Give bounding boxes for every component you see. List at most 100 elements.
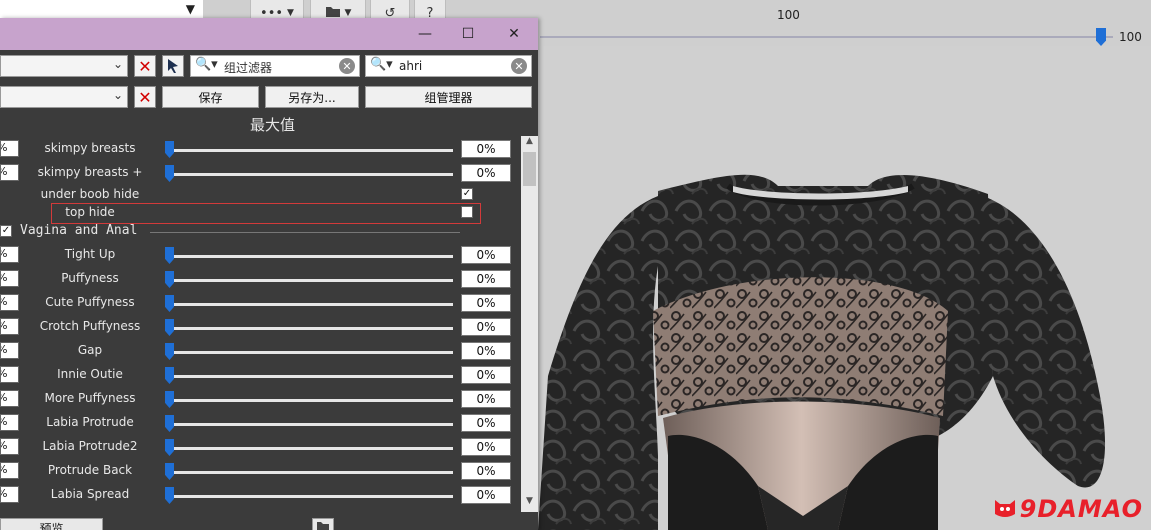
watermark: 9DAMAO [992, 494, 1143, 524]
search-icon: 🔍▾ [195, 57, 218, 72]
scrollbar-thumb[interactable] [523, 152, 536, 186]
clear-group-button[interactable]: ✕ [134, 86, 156, 108]
slider-track[interactable] [166, 255, 453, 258]
clear-preset-button[interactable]: ✕ [134, 55, 156, 77]
close-icon[interactable]: ✕ [499, 24, 529, 44]
min-value-box[interactable]: % [0, 366, 19, 383]
checkbox[interactable]: ✓ [461, 188, 473, 200]
slider-track[interactable] [166, 495, 453, 498]
save-button[interactable]: 保存 [162, 86, 259, 108]
min-value-box[interactable]: % [0, 246, 19, 263]
group-filter-input[interactable]: 🔍▾ 组过滤器 ✕ [190, 55, 360, 77]
slider-value[interactable]: 0% [461, 342, 511, 360]
slider-row: % Gap 0% [0, 338, 538, 362]
category-header[interactable]: ✓ Vagina and Anal [0, 222, 538, 242]
slider-track[interactable] [166, 447, 453, 450]
chevron-down-icon: ⌄ [112, 57, 123, 71]
category-checkbox[interactable]: ✓ [0, 225, 12, 237]
min-value-box[interactable]: % [0, 390, 19, 407]
slider-track[interactable] [166, 149, 453, 152]
category-divider [150, 232, 460, 233]
main-slider-thumb[interactable] [1096, 28, 1106, 46]
slider-thumb[interactable] [165, 415, 174, 432]
min-value-box[interactable]: % [0, 342, 19, 359]
clear-filter-icon[interactable]: ✕ [511, 58, 527, 74]
slider-thumb[interactable] [165, 271, 174, 288]
slider-thumb[interactable] [165, 463, 174, 480]
min-value-box[interactable]: % [0, 270, 19, 287]
slider-thumb[interactable] [165, 439, 174, 456]
slider-row: % Labia Protrude 0% [0, 410, 538, 434]
slider-value[interactable]: 0% [461, 414, 511, 432]
slider-thumb[interactable] [165, 295, 174, 312]
slider-thumb[interactable] [165, 367, 174, 384]
slider-name: skimpy breasts [44, 141, 136, 155]
clear-filter-icon[interactable]: ✕ [339, 58, 355, 74]
scroll-down-icon[interactable]: ▼ [521, 496, 538, 510]
slider-value[interactable]: 0% [461, 486, 511, 504]
scroll-up-icon[interactable]: ▲ [521, 136, 538, 150]
main-slider-track[interactable] [540, 36, 1113, 38]
slider-thumb[interactable] [165, 247, 174, 264]
min-value-box[interactable]: % [0, 438, 19, 455]
slider-track[interactable] [166, 399, 453, 402]
slider-thumb[interactable] [165, 165, 174, 182]
slider-value[interactable]: 0% [461, 246, 511, 264]
slider-name: Tight Up [64, 247, 116, 261]
slider-track[interactable] [166, 375, 453, 378]
slider-row: % Puffyness 0% [0, 266, 538, 290]
slider-thumb[interactable] [165, 141, 174, 158]
chevron-down-icon: ▼ [185, 2, 195, 16]
panel-titlebar[interactable]: — ☐ ✕ [0, 18, 538, 50]
min-value-box[interactable]: % [0, 486, 19, 503]
slider-track[interactable] [166, 351, 453, 354]
preview-button[interactable]: 预览 [0, 518, 103, 530]
slider-thumb[interactable] [165, 343, 174, 360]
slider-track[interactable] [166, 471, 453, 474]
slider-value[interactable]: 0% [461, 318, 511, 336]
slider-track[interactable] [166, 303, 453, 306]
slider-track[interactable] [166, 279, 453, 282]
slider-value[interactable]: 0% [461, 164, 511, 182]
slider-value[interactable]: 0% [461, 366, 511, 384]
scrollbar[interactable] [521, 136, 538, 512]
min-value-box[interactable]: % [0, 140, 19, 157]
slider-value[interactable]: 0% [461, 462, 511, 480]
group-manager-button[interactable]: 组管理器 [365, 86, 532, 108]
min-value-box[interactable]: % [0, 462, 19, 479]
slider-value[interactable]: 0% [461, 270, 511, 288]
main-slider-value: 100 [1119, 30, 1142, 44]
slider-row: % More Puffyness 0% [0, 386, 538, 410]
slider-value[interactable]: 0% [461, 390, 511, 408]
min-value-box[interactable]: % [0, 318, 19, 335]
3d-viewport[interactable] [538, 46, 1151, 530]
slider-name: More Puffyness [44, 391, 136, 405]
min-value-box[interactable]: % [0, 414, 19, 431]
checkbox-name: under boob hide [40, 187, 140, 201]
min-value-box[interactable]: % [0, 164, 19, 181]
slider-value[interactable]: 0% [461, 294, 511, 312]
brush-icon[interactable] [162, 55, 184, 77]
main-slider-label: 100 [777, 8, 800, 22]
slider-thumb[interactable] [165, 319, 174, 336]
min-value-box[interactable]: % [0, 294, 19, 311]
save-as-button[interactable]: 另存为... [265, 86, 359, 108]
minimize-icon[interactable]: — [410, 24, 440, 44]
slider-row: % skimpy breasts 0% [0, 136, 538, 160]
chevron-down-icon: ⌄ [112, 88, 123, 102]
slider-value[interactable]: 0% [461, 438, 511, 456]
slider-track[interactable] [166, 327, 453, 330]
slider-track[interactable] [166, 423, 453, 426]
maximize-icon[interactable]: ☐ [453, 24, 483, 44]
slider-value[interactable]: 0% [461, 140, 511, 158]
chevron-down-icon: ▼ [344, 8, 352, 18]
slider-filter-input[interactable]: 🔍▾ ahri ✕ [365, 55, 532, 77]
slider-thumb[interactable] [165, 391, 174, 408]
group-combo[interactable]: ⌄ [0, 86, 128, 108]
slider-track[interactable] [166, 173, 453, 176]
highlight-box [51, 203, 481, 224]
folder-button[interactable] [312, 518, 334, 530]
preset-combo[interactable]: ⌄ [0, 55, 128, 77]
watermark-text: 9DAMAO [1019, 495, 1143, 523]
slider-thumb[interactable] [165, 487, 174, 504]
